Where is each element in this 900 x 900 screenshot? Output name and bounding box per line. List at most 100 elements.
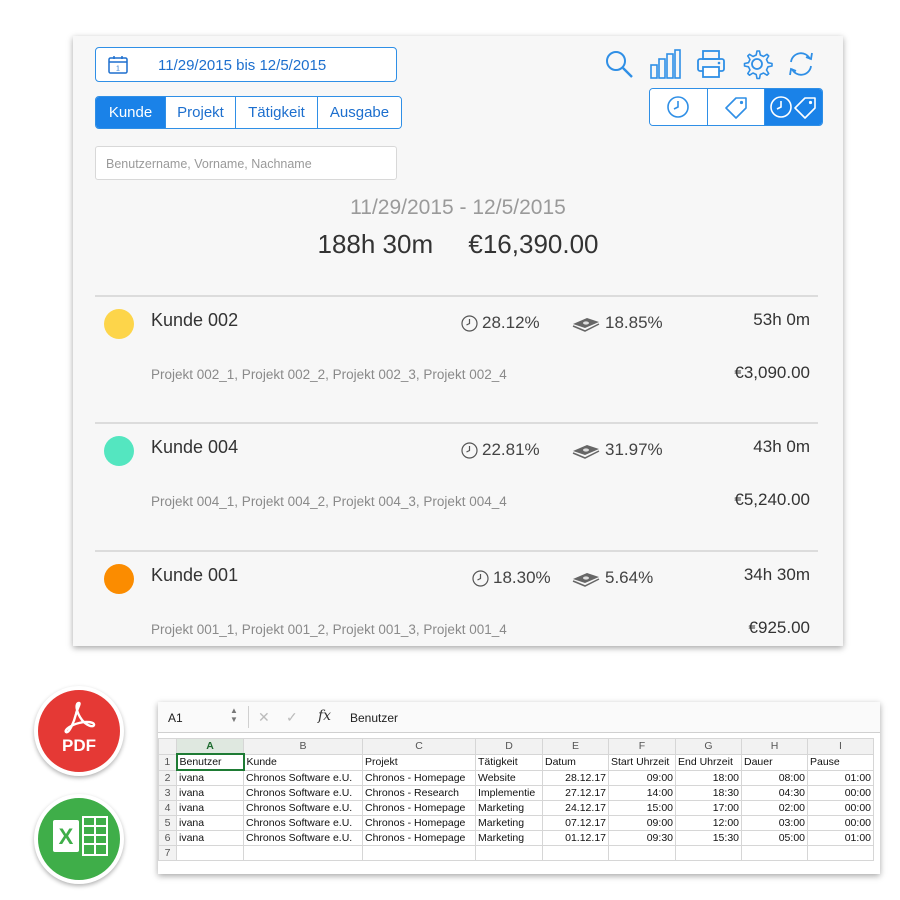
table-cell[interactable]: 24.12.17 bbox=[542, 800, 609, 816]
table-cell[interactable]: Start Uhrzeit bbox=[608, 753, 676, 771]
table-cell[interactable]: Chronos Software e.U. bbox=[243, 769, 363, 786]
table-cell[interactable]: Chronos - Homepage bbox=[362, 800, 476, 816]
table-cell[interactable]: Chronos - Homepage bbox=[362, 769, 476, 786]
column-header[interactable]: B bbox=[243, 738, 363, 755]
table-cell[interactable]: ivana bbox=[176, 769, 244, 786]
table-cell[interactable]: 12:00 bbox=[675, 815, 742, 831]
row-header[interactable]: 1 bbox=[158, 753, 177, 771]
tab-ausgabe[interactable]: Ausgabe bbox=[318, 97, 401, 128]
gear-icon[interactable] bbox=[741, 48, 773, 80]
row-header[interactable]: 5 bbox=[158, 815, 177, 831]
stepper-arrows-icon[interactable]: ▲ ▼ bbox=[230, 706, 238, 724]
table-cell[interactable]: 09:30 bbox=[608, 830, 676, 846]
column-header[interactable]: A bbox=[176, 738, 244, 755]
table-cell[interactable]: ivana bbox=[176, 830, 244, 846]
table-cell[interactable]: 01:00 bbox=[807, 769, 874, 786]
tab-kunde[interactable]: Kunde bbox=[96, 97, 166, 128]
table-cell[interactable]: 02:00 bbox=[741, 800, 808, 816]
column-header[interactable]: F bbox=[608, 738, 676, 755]
table-cell[interactable]: Chronos Software e.U. bbox=[243, 815, 363, 831]
bar-chart-icon[interactable] bbox=[649, 48, 681, 80]
table-cell[interactable]: Kunde bbox=[243, 753, 363, 771]
list-item[interactable]: Kunde 002 28.12% 18.85% 53h 0m Projekt 0… bbox=[95, 295, 818, 423]
table-cell[interactable]: 14:00 bbox=[608, 785, 676, 801]
column-header[interactable]: C bbox=[362, 738, 476, 755]
cancel-icon[interactable]: ✕ bbox=[258, 709, 270, 726]
function-icon[interactable]: fx bbox=[318, 708, 331, 724]
tab-taetigkeit[interactable]: Tätigkeit bbox=[236, 97, 318, 128]
table-cell[interactable] bbox=[741, 845, 808, 861]
excel-export-badge[interactable]: X bbox=[34, 794, 124, 884]
tab-projekt[interactable]: Projekt bbox=[166, 97, 236, 128]
table-cell[interactable]: 09:00 bbox=[608, 769, 676, 786]
table-cell[interactable] bbox=[608, 845, 676, 861]
row-header[interactable]: 7 bbox=[158, 845, 177, 861]
table-cell[interactable]: 05:00 bbox=[741, 830, 808, 846]
table-cell[interactable]: 17:00 bbox=[675, 800, 742, 816]
table-cell[interactable]: 07.12.17 bbox=[542, 815, 609, 831]
table-cell[interactable]: 18:30 bbox=[675, 785, 742, 801]
table-cell[interactable]: 15:00 bbox=[608, 800, 676, 816]
row-header[interactable]: 2 bbox=[158, 769, 177, 786]
list-item[interactable]: Kunde 001 18.30% 5.64% 34h 30m Projekt 0… bbox=[95, 550, 818, 646]
table-cell[interactable]: Chronos Software e.U. bbox=[243, 830, 363, 846]
refresh-icon[interactable] bbox=[785, 48, 817, 80]
table-cell[interactable]: Chronos - Homepage bbox=[362, 830, 476, 846]
table-cell[interactable]: 00:00 bbox=[807, 785, 874, 801]
table-cell[interactable] bbox=[362, 845, 476, 861]
cell-reference[interactable]: A1 bbox=[168, 711, 183, 725]
table-cell[interactable]: Tätigkeit bbox=[475, 753, 543, 771]
table-cell[interactable]: Chronos Software e.U. bbox=[243, 785, 363, 801]
table-cell[interactable]: 08:00 bbox=[741, 769, 808, 786]
table-cell[interactable] bbox=[475, 845, 543, 861]
table-cell[interactable]: Marketing bbox=[475, 800, 543, 816]
table-cell[interactable]: 04:30 bbox=[741, 785, 808, 801]
table-cell[interactable]: ivana bbox=[176, 815, 244, 831]
table-cell[interactable]: Pause bbox=[807, 753, 874, 771]
table-cell[interactable]: Chronos Software e.U. bbox=[243, 800, 363, 816]
table-cell[interactable]: Benutzer bbox=[175, 753, 245, 771]
table-cell[interactable]: 09:00 bbox=[608, 815, 676, 831]
table-cell[interactable]: 15:30 bbox=[675, 830, 742, 846]
printer-icon[interactable] bbox=[695, 48, 727, 80]
table-cell[interactable]: 01.12.17 bbox=[542, 830, 609, 846]
table-cell[interactable]: 27.12.17 bbox=[542, 785, 609, 801]
row-header[interactable]: 3 bbox=[158, 785, 177, 801]
list-item[interactable]: Kunde 004 22.81% 31.97% 43h 0m Projekt 0… bbox=[95, 422, 818, 550]
table-cell[interactable]: Chronos - Research bbox=[362, 785, 476, 801]
search-icon[interactable] bbox=[603, 48, 635, 80]
column-header[interactable]: H bbox=[741, 738, 808, 755]
confirm-icon[interactable]: ✓ bbox=[286, 709, 298, 726]
table-cell[interactable] bbox=[176, 845, 244, 861]
table-cell[interactable]: 00:00 bbox=[807, 815, 874, 831]
table-cell[interactable]: 18:00 bbox=[675, 769, 742, 786]
formula-value[interactable]: Benutzer bbox=[350, 711, 398, 725]
corner-cell[interactable] bbox=[158, 738, 177, 755]
table-cell[interactable]: Implementie bbox=[475, 785, 543, 801]
column-header[interactable]: I bbox=[807, 738, 874, 755]
table-cell[interactable] bbox=[807, 845, 874, 861]
column-header[interactable]: D bbox=[475, 738, 543, 755]
table-cell[interactable]: Website bbox=[475, 769, 543, 786]
table-cell[interactable]: Projekt bbox=[362, 753, 476, 771]
table-cell[interactable]: Chronos - Homepage bbox=[362, 815, 476, 831]
table-cell[interactable]: ivana bbox=[176, 785, 244, 801]
table-cell[interactable]: 03:00 bbox=[741, 815, 808, 831]
row-header[interactable]: 6 bbox=[158, 830, 177, 846]
column-header[interactable]: G bbox=[675, 738, 742, 755]
table-cell[interactable]: Marketing bbox=[475, 815, 543, 831]
table-cell[interactable]: ivana bbox=[176, 800, 244, 816]
table-cell[interactable]: Dauer bbox=[741, 753, 808, 771]
time-money-mode-button[interactable] bbox=[765, 89, 822, 125]
date-range-button[interactable]: 1 11/29/2015 bis 12/5/2015 bbox=[95, 47, 397, 82]
table-cell[interactable]: 01:00 bbox=[807, 830, 874, 846]
table-cell[interactable] bbox=[243, 845, 363, 861]
pdf-export-badge[interactable]: PDF bbox=[34, 686, 124, 776]
table-cell[interactable]: Marketing bbox=[475, 830, 543, 846]
table-cell[interactable] bbox=[675, 845, 742, 861]
column-header[interactable]: E bbox=[542, 738, 609, 755]
table-cell[interactable]: 28.12.17 bbox=[542, 769, 609, 786]
table-cell[interactable]: End Uhrzeit bbox=[675, 753, 742, 771]
table-cell[interactable] bbox=[542, 845, 609, 861]
table-cell[interactable]: Datum bbox=[542, 753, 609, 771]
